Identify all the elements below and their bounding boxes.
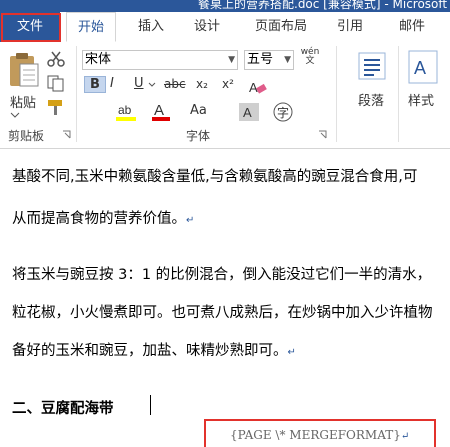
page-number-field[interactable]: {PAGE \* MERGEFORMAT}↵	[230, 428, 409, 442]
body-text-line: 从而提高食物的营养价值。↵	[12, 211, 195, 227]
clipboard-group-label: 剪贴板	[8, 129, 45, 143]
font-group-label: 字体	[186, 129, 211, 143]
paste-dropdown-icon[interactable]	[10, 112, 20, 118]
ribbon-tab-bar: 文件 开始 插入 设计 页面布局 引用 邮件	[0, 12, 450, 43]
chevron-down-icon[interactable]	[148, 82, 156, 88]
paragraph-mark-icon: ↵	[400, 431, 410, 442]
svg-text:字: 字	[277, 105, 289, 120]
tab-home[interactable]: 开始	[66, 12, 116, 42]
clipboard-launcher-icon[interactable]	[62, 130, 71, 139]
tab-mailings[interactable]: 邮件	[392, 12, 432, 42]
chevron-down-icon[interactable]: ▼	[228, 51, 235, 69]
text-cursor	[150, 395, 151, 415]
window-title: 餐桌上的营养搭配.doc [兼容模式] - Microsoft	[198, 0, 448, 11]
font-color-icon[interactable]: A	[150, 100, 174, 122]
font-size-combo[interactable]: 五号 ▼	[244, 50, 294, 70]
title-bar: 餐桌上的营养搭配.doc [兼容模式] - Microsoft	[0, 0, 450, 12]
body-text-line: 将玉米与豌豆按 3：1 的比例混合，倒入能没过它们一半的清水，	[12, 267, 432, 283]
svg-text:A: A	[414, 58, 426, 78]
ribbon: 粘贴 剪贴板 宋体 ▼ 五号 ▼ wén 文 B I U abc x₂ x² A…	[0, 42, 450, 149]
styles-label[interactable]: 样式	[408, 90, 434, 109]
phonetic-guide-button[interactable]: wén 文	[300, 48, 320, 66]
clear-formatting-icon[interactable]: A	[248, 78, 268, 96]
styles-icon[interactable]: A	[408, 50, 438, 84]
group-separator	[398, 46, 399, 142]
document-page[interactable]: 基酸不同,玉米中赖氨酸含量低,与含赖氨酸高的豌豆混合食用,可 从而提高食物的营养…	[0, 149, 450, 447]
body-text-line: 粒花椒，小火慢煮即可。也可煮八成熟后，在炒锅中加入少许植物	[12, 305, 433, 321]
underline-button[interactable]: U	[134, 76, 144, 91]
paragraph-mark-icon: ↵	[287, 347, 296, 358]
cut-icon[interactable]	[46, 50, 66, 68]
copy-icon[interactable]	[46, 74, 66, 92]
change-case-button[interactable]: Aa	[190, 103, 207, 118]
enclose-characters-icon[interactable]: 字	[272, 102, 294, 122]
superscript-button[interactable]: x²	[222, 77, 234, 91]
section-heading: 二、豆腐配海带	[12, 401, 114, 417]
tab-insert[interactable]: 插入	[131, 12, 171, 42]
tab-design[interactable]: 设计	[187, 12, 227, 42]
paste-label[interactable]: 粘贴	[10, 92, 36, 111]
font-launcher-icon[interactable]	[318, 130, 327, 139]
tab-page-layout[interactable]: 页面布局	[248, 12, 314, 42]
paragraph-label[interactable]: 段落	[358, 90, 384, 109]
paragraph-icon[interactable]	[358, 52, 386, 80]
svg-text:ab: ab	[118, 103, 132, 117]
group-separator	[76, 46, 77, 142]
tab-references[interactable]: 引用	[330, 12, 370, 42]
svg-text:A: A	[249, 80, 258, 95]
body-text-line: 备好的玉米和豌豆，加盐、味精炒熟即可。↵	[12, 343, 296, 359]
chevron-down-icon[interactable]: ▼	[284, 51, 291, 69]
svg-text:A: A	[154, 102, 164, 119]
body-text-line: 基酸不同,玉米中赖氨酸含量低,与含赖氨酸高的豌豆混合食用,可	[12, 169, 418, 185]
italic-button[interactable]: I	[110, 76, 114, 91]
strikethrough-button[interactable]: abc	[164, 77, 186, 91]
subscript-button[interactable]: x₂	[196, 77, 208, 91]
paragraph-mark-icon: ↵	[186, 215, 195, 226]
group-separator	[336, 46, 337, 142]
text-highlight-color-icon[interactable]: ab	[114, 100, 140, 122]
tab-file[interactable]: 文件	[0, 12, 60, 42]
font-size-value: 五号	[247, 52, 274, 67]
paste-icon[interactable]	[8, 52, 40, 88]
format-painter-icon[interactable]	[46, 98, 66, 116]
svg-text:A: A	[243, 105, 252, 120]
character-shading-icon[interactable]: A	[238, 102, 260, 122]
bold-button[interactable]: B	[84, 76, 106, 93]
font-name-combo[interactable]: 宋体 ▼	[82, 50, 238, 70]
font-name-value: 宋体	[85, 52, 112, 67]
